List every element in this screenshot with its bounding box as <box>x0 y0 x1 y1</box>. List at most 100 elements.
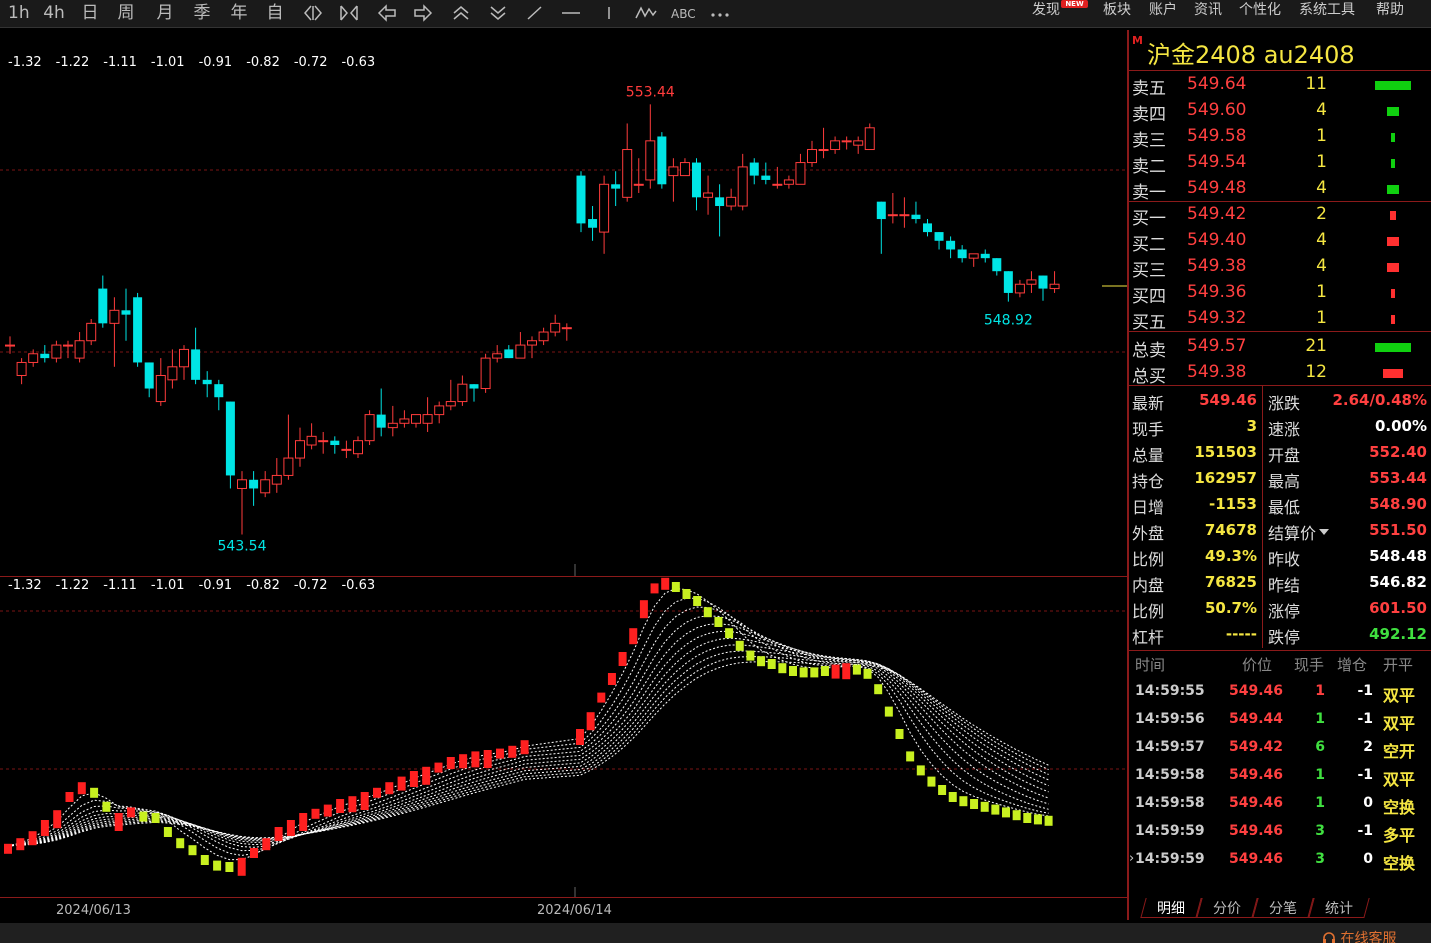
tab-price-distribution[interactable]: 分价 <box>1196 898 1258 918</box>
tick-oi-change: -1 <box>1357 683 1373 699</box>
chevron-down-icon[interactable] <box>487 3 509 23</box>
stat-label: 杠杆 <box>1132 628 1165 647</box>
bid-row[interactable]: 买五 549.32 1 <box>1129 306 1431 333</box>
depth-bar <box>1391 159 1395 168</box>
tick-type: 双平 <box>1383 714 1416 733</box>
level-volume: 4 <box>1316 178 1327 198</box>
stat-row: 杠杆 ----- <box>1129 621 1261 647</box>
tab-statistics[interactable]: 统计 <box>1308 898 1370 918</box>
signal-block <box>714 617 723 627</box>
signal-block <box>586 712 595 731</box>
candle-body <box>622 149 633 198</box>
ask-row[interactable]: 卖一 549.48 4 <box>1129 176 1431 203</box>
signal-block <box>746 650 755 661</box>
period-day[interactable]: 日 <box>80 3 100 23</box>
period-week[interactable]: 周 <box>116 3 136 23</box>
period-year[interactable]: 年 <box>229 3 249 23</box>
tab-trades[interactable]: 分笔 <box>1252 898 1314 918</box>
menu-discover[interactable]: 发现 <box>1032 0 1060 20</box>
period-month[interactable]: 月 <box>155 3 175 23</box>
stat-label: 涨停 <box>1268 602 1301 621</box>
online-service-button[interactable]: 在线客服 <box>1322 928 1396 943</box>
tick-row: 14:59:58 549.46 1 0 空换 <box>1129 790 1431 818</box>
candle-body <box>923 223 932 233</box>
menu-system-tools[interactable]: 系统工具 <box>1299 0 1355 20</box>
tick-row: 14:59:58 549.46 1 -1 双平 <box>1129 762 1431 790</box>
signal-block <box>213 860 222 871</box>
candle-body <box>353 440 363 455</box>
signal-block <box>661 577 670 590</box>
instrument-title[interactable]: 沪金2408 au2408 <box>1147 35 1355 70</box>
level-label: 卖二 <box>1132 157 1166 177</box>
zoom-out-icon[interactable] <box>338 3 360 23</box>
period-season[interactable]: 季 <box>192 3 212 23</box>
stat-value: 548.90 <box>1369 495 1427 513</box>
signal-block <box>703 607 712 618</box>
tab-detail[interactable]: 明细 <box>1140 898 1202 918</box>
candlestick-chart[interactable]: -1.32 -1.22 -1.11 -1.01 -0.91 -0.82 -0.72 -0.63… <box>0 30 1127 576</box>
wave-line-icon[interactable] <box>634 3 658 23</box>
stat-value: 546.82 <box>1369 573 1427 591</box>
more-icon[interactable] <box>708 3 732 23</box>
stat-value: 2.64/0.48% <box>1332 391 1427 409</box>
candle-body <box>109 309 120 324</box>
period-custom[interactable]: 自 <box>265 3 285 23</box>
menu-account[interactable]: 账户 <box>1149 0 1177 20</box>
ask-row[interactable]: 卖三 549.58 1 <box>1129 124 1431 151</box>
period-1h[interactable]: 1h <box>8 3 30 23</box>
candle-body <box>376 414 386 428</box>
vertical-line-icon[interactable] <box>598 3 620 23</box>
signal-block <box>520 740 529 755</box>
tick-time: 14:59:56 <box>1135 711 1205 727</box>
divider <box>1129 70 1431 71</box>
candle-body <box>737 166 748 207</box>
menu-news[interactable]: 资讯 <box>1194 0 1222 20</box>
tick-header-price: 价位 <box>1242 656 1273 674</box>
signal-block <box>693 596 702 606</box>
trendline-icon[interactable] <box>524 3 546 23</box>
menu-sector[interactable]: 板块 <box>1103 0 1131 20</box>
ask-row[interactable]: 卖四 549.60 4 <box>1129 98 1431 125</box>
signal-block <box>618 652 627 666</box>
stat-label: 结算价 <box>1268 524 1317 543</box>
zoom-in-icon[interactable] <box>302 3 324 23</box>
tab-label: 明细 <box>1157 901 1185 917</box>
signal-block <box>286 820 295 836</box>
candle-body <box>16 361 27 376</box>
signal-block <box>874 684 883 695</box>
candle-body <box>295 440 305 459</box>
bid-row[interactable]: 买四 549.36 1 <box>1129 280 1431 307</box>
level-volume: 4 <box>1316 100 1327 120</box>
menu-help[interactable]: 帮助 <box>1376 0 1404 20</box>
candle-body <box>818 149 829 152</box>
candle-body <box>561 327 572 330</box>
stat-value: 50.7% <box>1204 599 1257 617</box>
indicator-chart[interactable]: -1.32 -1.22 -1.11 -1.01 -0.91 -0.82 -0.72 -0.63 <box>0 577 1127 897</box>
horizontal-line-icon[interactable] <box>560 3 582 23</box>
signal-block <box>810 667 819 678</box>
candle-body <box>422 414 433 424</box>
chevron-up-icon[interactable] <box>450 3 472 23</box>
text-tool-icon[interactable]: ABC <box>670 3 696 23</box>
ask-row[interactable]: 卖五 549.64 11 <box>1129 72 1431 99</box>
recent-low-label: 548.92 <box>984 313 1033 329</box>
menu-personalize[interactable]: 个性化 <box>1239 0 1281 20</box>
candle-body <box>703 192 714 198</box>
stat-value: 601.50 <box>1369 599 1427 617</box>
bid-row[interactable]: 买三 549.38 4 <box>1129 254 1431 281</box>
quote-title: M 沪金2408 au2408 <box>1129 30 1431 70</box>
ask-row[interactable]: 卖二 549.54 1 <box>1129 150 1431 177</box>
candle-body <box>51 344 62 359</box>
bid-row[interactable]: 买一 549.42 2 <box>1129 202 1431 229</box>
bid-row[interactable]: 买二 549.40 4 <box>1129 228 1431 255</box>
total-price: 549.38 <box>1187 362 1247 382</box>
high-price-label: 553.44 <box>626 84 675 100</box>
signal-block <box>1023 813 1032 823</box>
arrow-left-icon[interactable] <box>376 3 398 23</box>
arrow-right-icon[interactable] <box>412 3 434 23</box>
scale-label: -0.91 <box>198 55 233 70</box>
dropdown-caret-icon[interactable] <box>1319 529 1329 535</box>
new-badge: NEW <box>1061 0 1088 8</box>
period-4h[interactable]: 4h <box>42 3 66 23</box>
scale-label: -1.11 <box>103 578 137 593</box>
